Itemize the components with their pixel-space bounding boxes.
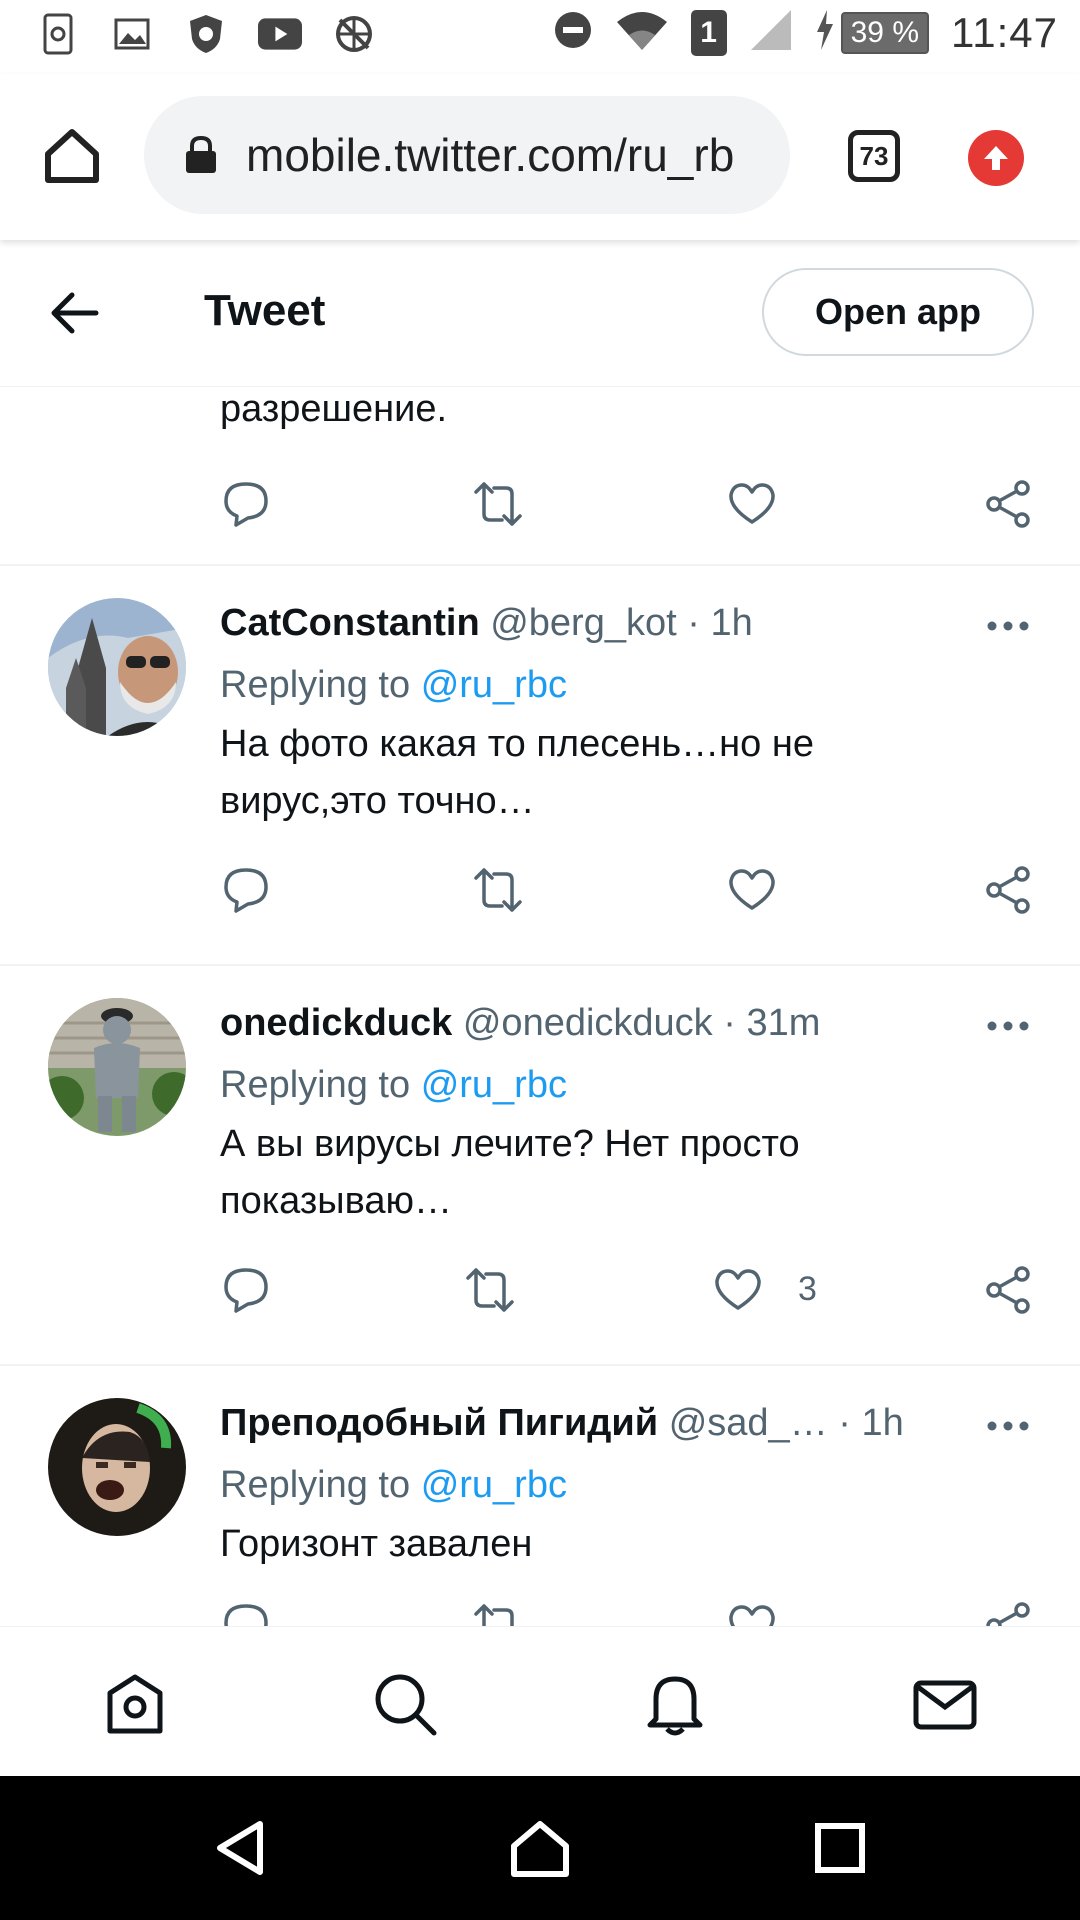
- mention-link[interactable]: @ru_rbc: [421, 664, 567, 706]
- tweet-text: На фото какая то плесень…но не вирус,это…: [220, 723, 814, 822]
- replying-to: Replying to @ru_rbc: [220, 1064, 567, 1107]
- replying-prefix: Replying to: [220, 664, 411, 706]
- more-options-icon[interactable]: [984, 1418, 1032, 1434]
- twitter-bottom-nav: [0, 1626, 1080, 1777]
- sim-notification-icon: [36, 10, 80, 58]
- reply-icon[interactable]: [220, 1264, 272, 1316]
- share-icon[interactable]: [982, 1600, 1034, 1626]
- like-icon[interactable]: [726, 864, 778, 916]
- retweet-icon[interactable]: [464, 1264, 516, 1316]
- share-icon[interactable]: [982, 864, 1034, 916]
- reply-icon[interactable]: [220, 1600, 272, 1626]
- back-arrow-icon[interactable]: [46, 288, 102, 338]
- wifi-icon: [615, 8, 669, 57]
- battery-indicator: 39 %: [840, 11, 929, 54]
- home-icon[interactable]: [102, 1671, 168, 1737]
- vpn-off-icon: [332, 10, 376, 58]
- back-triangle-icon[interactable]: [210, 1818, 270, 1878]
- sim-slot-badge: 1: [690, 9, 727, 56]
- gallery-icon: [110, 10, 154, 58]
- tweet-actions: 3: [220, 1264, 1030, 1320]
- reply-tweet[interactable]: onedickduck @onedickduck · 31m Replying …: [0, 966, 1080, 1364]
- more-options-icon[interactable]: [984, 1018, 1032, 1034]
- search-icon[interactable]: [372, 1671, 438, 1737]
- display-name[interactable]: onedickduck: [220, 1002, 452, 1044]
- avatar[interactable]: [48, 998, 186, 1136]
- display-name[interactable]: CatConstantin: [220, 602, 480, 644]
- tweet-text: Горизонт завален: [220, 1523, 533, 1565]
- shield-icon: [184, 10, 228, 58]
- open-app-button[interactable]: Open app: [762, 268, 1034, 356]
- home-icon[interactable]: [40, 124, 104, 188]
- like-icon[interactable]: [726, 1600, 778, 1626]
- messages-mail-icon[interactable]: [912, 1671, 978, 1737]
- tweet-actions: [220, 864, 1030, 920]
- handle-and-time: @sad_… · 1h: [668, 1402, 904, 1444]
- mention-link[interactable]: @ru_rbc: [421, 1464, 567, 1506]
- clock: 11:47: [951, 8, 1058, 56]
- notifications-bell-icon[interactable]: [642, 1671, 708, 1737]
- previous-tweet-text: разрешение.: [220, 388, 448, 430]
- handle-and-time: @berg_kot · 1h: [490, 602, 753, 644]
- reply-tweet[interactable]: CatConstantin @berg_kot · 1h Replying to…: [0, 566, 1080, 964]
- mention-link[interactable]: @ru_rbc: [421, 1064, 567, 1106]
- url-text: mobile.twitter.com/ru_rb: [246, 129, 735, 181]
- like-icon[interactable]: [712, 1264, 764, 1316]
- reply-tweet[interactable]: Преподобный Пигидий @sad_… · 1h Replying…: [0, 1366, 1080, 1626]
- avatar[interactable]: [48, 598, 186, 736]
- retweet-icon[interactable]: [472, 864, 524, 916]
- replying-to: Replying to @ru_rbc: [220, 664, 567, 707]
- lock-icon: [186, 135, 216, 173]
- charging-icon: [815, 10, 835, 55]
- tab-switcher-button[interactable]: 73: [848, 130, 900, 182]
- like-count: 3: [798, 1270, 817, 1308]
- tweet-actions: [220, 1600, 1030, 1626]
- replies-feed[interactable]: разрешение. CatConstantin @berg_kot · 1h…: [0, 386, 1080, 1626]
- youtube-icon: [258, 10, 302, 58]
- share-icon[interactable]: [982, 1264, 1034, 1316]
- tweet-header: Tweet Open app: [0, 240, 1080, 387]
- recent-apps-icon[interactable]: [810, 1818, 870, 1878]
- page-title: Tweet: [204, 286, 326, 335]
- retweet-icon[interactable]: [472, 1600, 524, 1626]
- home-outline-icon[interactable]: [510, 1818, 570, 1878]
- android-navigation-bar: [0, 1776, 1080, 1920]
- more-options-icon[interactable]: [984, 618, 1032, 634]
- retweet-icon[interactable]: [472, 478, 524, 530]
- do-not-disturb-icon: [553, 10, 593, 55]
- address-bar[interactable]: mobile.twitter.com/ru_rb: [144, 96, 790, 214]
- handle-and-time: @onedickduck · 31m: [462, 1002, 821, 1044]
- reply-icon[interactable]: [220, 478, 272, 530]
- update-icon[interactable]: [968, 130, 1024, 186]
- replying-to: Replying to @ru_rbc: [220, 1464, 567, 1507]
- reply-icon[interactable]: [220, 864, 272, 916]
- replying-prefix: Replying to: [220, 1464, 411, 1506]
- avatar[interactable]: [48, 1398, 186, 1536]
- browser-toolbar: mobile.twitter.com/ru_rb 73: [0, 74, 1080, 240]
- status-bar: 1 39 % 11:47: [0, 0, 1080, 74]
- like-icon[interactable]: [726, 478, 778, 530]
- signal-icon: [749, 8, 793, 57]
- tweet-text: А вы вирусы лечите? Нет просто показываю…: [220, 1123, 800, 1222]
- replying-prefix: Replying to: [220, 1064, 411, 1106]
- previous-tweet-actions: [220, 478, 1030, 534]
- share-icon[interactable]: [982, 478, 1034, 530]
- display-name[interactable]: Преподобный Пигидий: [220, 1402, 658, 1444]
